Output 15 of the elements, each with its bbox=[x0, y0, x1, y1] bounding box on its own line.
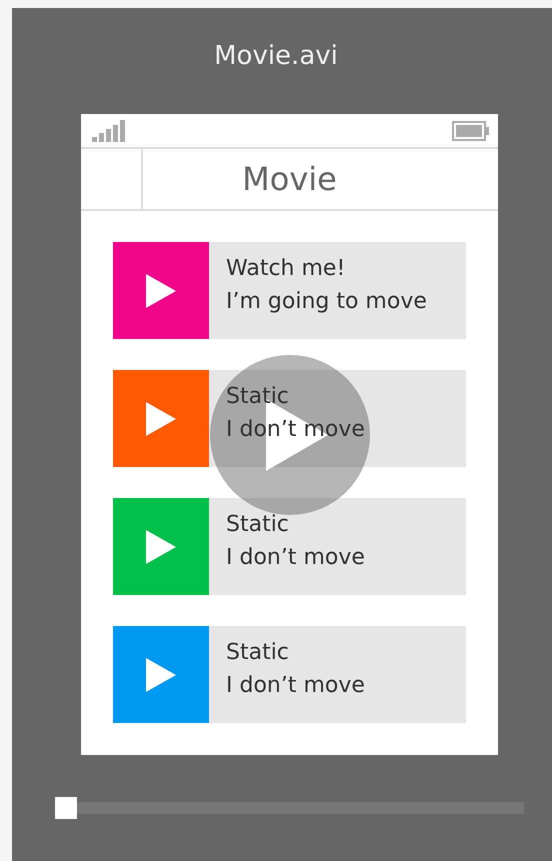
screen-title: Movie bbox=[241, 159, 338, 200]
item-subtitle: I don’t move bbox=[226, 673, 365, 698]
play-tile[interactable] bbox=[113, 242, 209, 339]
scrubber-handle[interactable] bbox=[55, 797, 77, 819]
item-subtitle: I’m going to move bbox=[226, 289, 427, 314]
window-title: Movie.avi bbox=[213, 40, 339, 73]
play-tile[interactable] bbox=[113, 370, 209, 467]
item-title: Watch me! bbox=[226, 256, 346, 281]
battery-icon bbox=[452, 120, 490, 140]
play-tile[interactable] bbox=[113, 498, 209, 595]
item-title: Static bbox=[226, 512, 289, 537]
item-title: Static bbox=[226, 384, 289, 409]
item-subtitle: I don’t move bbox=[226, 545, 365, 570]
item-title: Static bbox=[226, 640, 289, 665]
play-tile[interactable] bbox=[113, 626, 209, 723]
